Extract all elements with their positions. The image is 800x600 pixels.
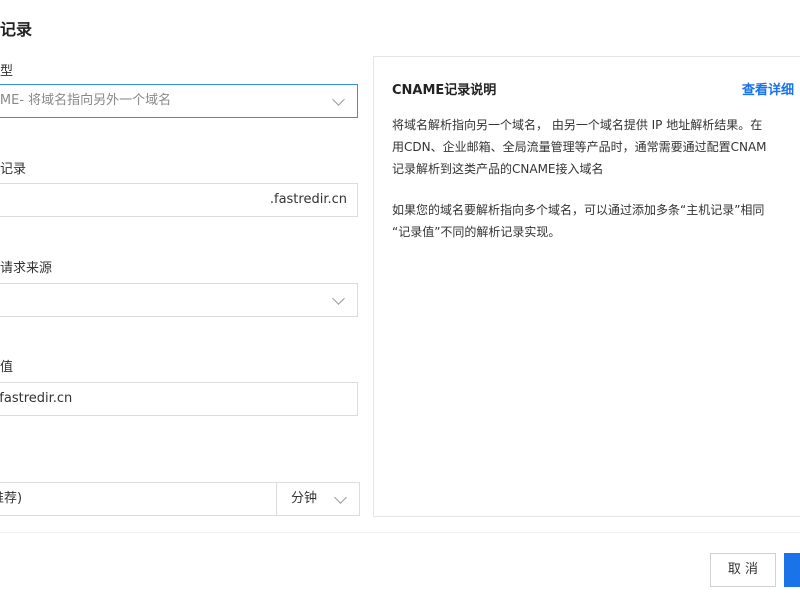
request-source-label: 请求来源 — [0, 261, 53, 276]
info-text-line: 将域名解析指向另一个域名， 由另一个域名提供 IP 地址解析结果。在 — [392, 118, 763, 132]
dialog-title: 记录 — [0, 20, 33, 39]
host-record-suffix: .fastredir.cn — [269, 192, 347, 207]
record-value-text: r.fastredir.cn — [0, 391, 73, 406]
confirm-button[interactable] — [784, 553, 800, 587]
chevron-down-icon — [334, 491, 347, 504]
record-type-select[interactable]: AME- 将域名指向另外一个域名 — [0, 84, 358, 118]
info-panel-title: CNAME记录说明 — [392, 83, 497, 98]
host-record-input[interactable]: .fastredir.cn — [0, 183, 358, 217]
host-record-label: 记录 — [0, 162, 27, 177]
chevron-down-icon — [332, 292, 345, 305]
footer-divider — [0, 532, 800, 533]
ttl-unit-value: 分钟 — [291, 491, 318, 506]
ttl-select[interactable]: 推荐) — [0, 482, 277, 516]
info-text-line: 如果您的域名要解析指向多个域名，可以通过添加多条“主机记录”相同 — [392, 203, 765, 217]
chevron-down-icon — [332, 93, 345, 106]
ttl-unit-select[interactable]: 分钟 — [276, 482, 360, 516]
record-value-label: 值 — [0, 360, 14, 375]
view-details-link[interactable]: 查看详细 — [742, 79, 794, 98]
info-text-line: 用CDN、企业邮箱、全局流量管理等产品时，通常需要通过配置CNAM — [392, 140, 767, 154]
info-text-line: 记录解析到这类产品的CNAME接入域名 — [392, 162, 604, 176]
record-type-label: 型 — [0, 64, 14, 79]
ttl-value: 推荐) — [0, 491, 23, 506]
cname-info-panel: CNAME记录说明 查看详细 将域名解析指向另一个域名， 由另一个域名提供 IP… — [373, 56, 800, 517]
info-text-line: “记录值”不同的解析记录实现。 — [392, 225, 561, 239]
record-type-value: AME- 将域名指向另外一个域名 — [0, 93, 172, 108]
cancel-button[interactable]: 取 消 — [710, 553, 776, 587]
request-source-select[interactable] — [0, 283, 358, 317]
record-value-input[interactable]: r.fastredir.cn — [0, 382, 358, 416]
